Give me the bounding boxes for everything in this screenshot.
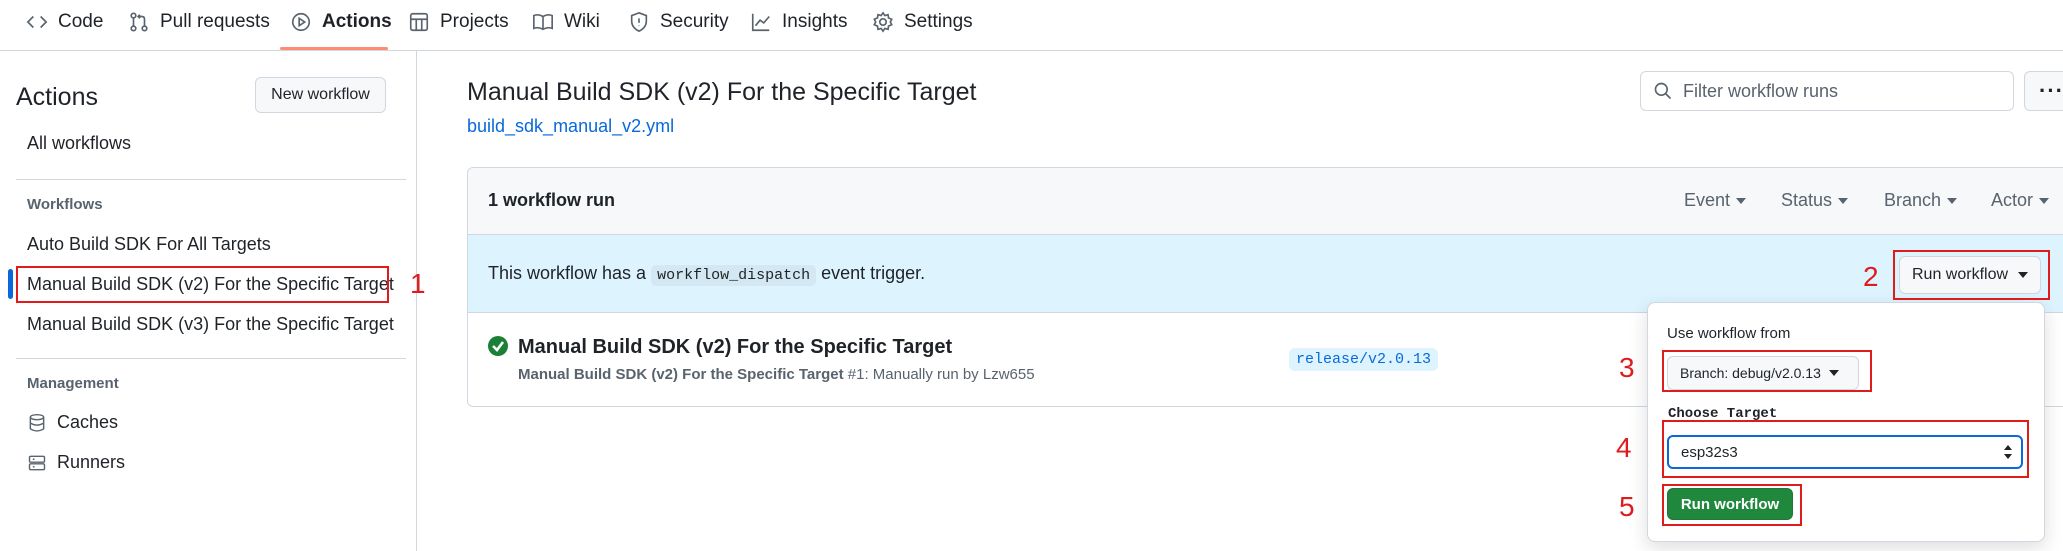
event-filter-label: Event (1684, 190, 1731, 210)
tab-wiki-label: Wiki (564, 11, 600, 32)
sidebar-title: Actions (16, 83, 98, 111)
filter-workflow-runs-input[interactable]: Filter workflow runs (1640, 71, 2014, 111)
repo-nav: Code Pull requests Actions Projects Wiki… (0, 0, 2063, 51)
runs-header: 1 workflow run Event Status Branch Actor (468, 168, 2063, 235)
chevron-down-icon (1736, 197, 1747, 204)
actions-icon (291, 12, 311, 32)
search-icon (1654, 82, 1672, 100)
new-workflow-button[interactable]: New workflow (255, 77, 386, 113)
branch-select-label: Branch: debug/v2.0.13 (1680, 365, 1821, 381)
runs-count: 1 workflow run (488, 190, 616, 210)
annotation-number: 3 (1619, 352, 1635, 383)
tab-actions[interactable]: Actions (290, 0, 392, 44)
event-filter[interactable]: Event (1684, 190, 1747, 211)
annotation-number: 2 (1863, 261, 1879, 292)
sidebar-item-label: Runners (57, 452, 126, 472)
chevron-down-icon (2039, 197, 2050, 204)
sidebar-item-workflow[interactable]: Manual Build SDK (v3) For the Specific T… (27, 314, 394, 335)
select-arrows-icon (2004, 445, 2012, 459)
tab-wiki[interactable]: Wiki (532, 0, 600, 44)
sidebar-item-label: Caches (57, 412, 119, 432)
sidebar-item-runners[interactable]: Runners (27, 452, 125, 473)
annotation-number: 1 (410, 268, 426, 299)
tab-projects[interactable]: Projects (408, 0, 509, 44)
run-workflow-submit-button[interactable]: Run workflow (1667, 488, 1793, 520)
tab-pull-requests-label: Pull requests (160, 11, 270, 32)
run-workflow-popover: Use workflow from Branch: debug/v2.0.13 … (1647, 302, 2045, 542)
tab-projects-label: Projects (440, 11, 509, 32)
dispatch-prefix: This workflow has a (488, 263, 647, 283)
branch-tag[interactable]: release/v2.0.13 (1289, 348, 1439, 371)
gear-icon (873, 11, 893, 33)
status-filter[interactable]: Status (1781, 190, 1849, 211)
tab-code[interactable]: Code (26, 0, 103, 44)
book-icon (533, 14, 553, 31)
shield-icon (630, 11, 648, 33)
filter-placeholder: Filter workflow runs (1683, 80, 1839, 101)
sidebar-item-caches[interactable]: Caches (27, 412, 118, 433)
tab-code-label: Code (58, 11, 104, 32)
dispatch-suffix: event trigger. (821, 263, 926, 283)
pull-request-icon (130, 12, 148, 32)
sidebar-item-workflow[interactable]: Auto Build SDK For All Targets (27, 234, 271, 255)
run-title-link[interactable]: Manual Build SDK (v2) For the Specific T… (518, 336, 952, 359)
run-workflow-name: Manual Build SDK (v2) For the Specific T… (518, 366, 844, 383)
tab-actions-label: Actions (322, 11, 392, 32)
active-item-indicator (8, 269, 13, 299)
tab-insights[interactable]: Insights (750, 0, 847, 44)
tab-settings[interactable]: Settings (872, 0, 973, 44)
target-select[interactable]: esp32s3 (1667, 435, 2023, 469)
run-details: #1: Manually run by Lzw655 (847, 366, 1035, 383)
target-select-value: esp32s3 (1681, 443, 1738, 461)
tab-pull-requests[interactable]: Pull requests (128, 0, 270, 44)
tab-insights-label: Insights (782, 11, 848, 32)
sidebar-item-workflow-active[interactable]: Manual Build SDK (v2) For the Specific T… (27, 274, 394, 295)
branch-select-button[interactable]: Branch: debug/v2.0.13 (1667, 356, 1859, 390)
graph-icon (751, 13, 770, 32)
use-workflow-from-label: Use workflow from (1667, 325, 1791, 342)
server-icon (28, 455, 46, 470)
active-tab-indicator (280, 47, 388, 50)
tab-security[interactable]: Security (628, 0, 729, 44)
workflows-heading: Workflows (27, 196, 103, 213)
code-icon (26, 15, 48, 29)
check-circle-icon (488, 336, 508, 356)
status-filter-label: Status (1781, 190, 1833, 210)
tab-settings-label: Settings (904, 11, 973, 32)
actor-filter[interactable]: Actor (1991, 190, 2050, 211)
database-icon (29, 413, 45, 432)
chevron-down-icon (1838, 197, 1849, 204)
branch-filter[interactable]: Branch (1884, 190, 1958, 211)
run-workflow-label: Run workflow (1911, 266, 2009, 283)
more-options-button[interactable]: ··· (2024, 71, 2063, 111)
projects-icon (409, 12, 429, 32)
chevron-down-icon (1947, 197, 1958, 204)
branch-filter-label: Branch (1884, 190, 1942, 210)
sidebar-divider (16, 179, 406, 180)
chevron-down-icon (1828, 370, 1839, 376)
choose-target-label: Choose Target (1668, 406, 1778, 422)
page-title: Manual Build SDK (v2) For the Specific T… (467, 78, 977, 106)
all-workflows-link[interactable]: All workflows (27, 133, 131, 154)
annotation-number: 4 (1616, 432, 1632, 463)
sidebar-divider (16, 358, 406, 359)
tab-security-label: Security (660, 11, 729, 32)
sidebar: Actions New workflow All workflows Workf… (0, 51, 417, 551)
annotation-number: 5 (1619, 491, 1635, 522)
management-heading: Management (27, 375, 119, 392)
workflow-file-link[interactable]: build_sdk_manual_v2.yml (467, 116, 674, 137)
dispatch-code: workflow_dispatch (651, 265, 817, 286)
run-workflow-dropdown-button[interactable]: Run workflow (1899, 256, 2041, 294)
actor-filter-label: Actor (1991, 190, 2034, 210)
chevron-down-icon (2018, 272, 2029, 278)
run-subtitle: Manual Build SDK (v2) For the Specific T… (518, 366, 1035, 383)
dispatch-text: This workflow has a workflow_dispatch ev… (488, 263, 926, 286)
